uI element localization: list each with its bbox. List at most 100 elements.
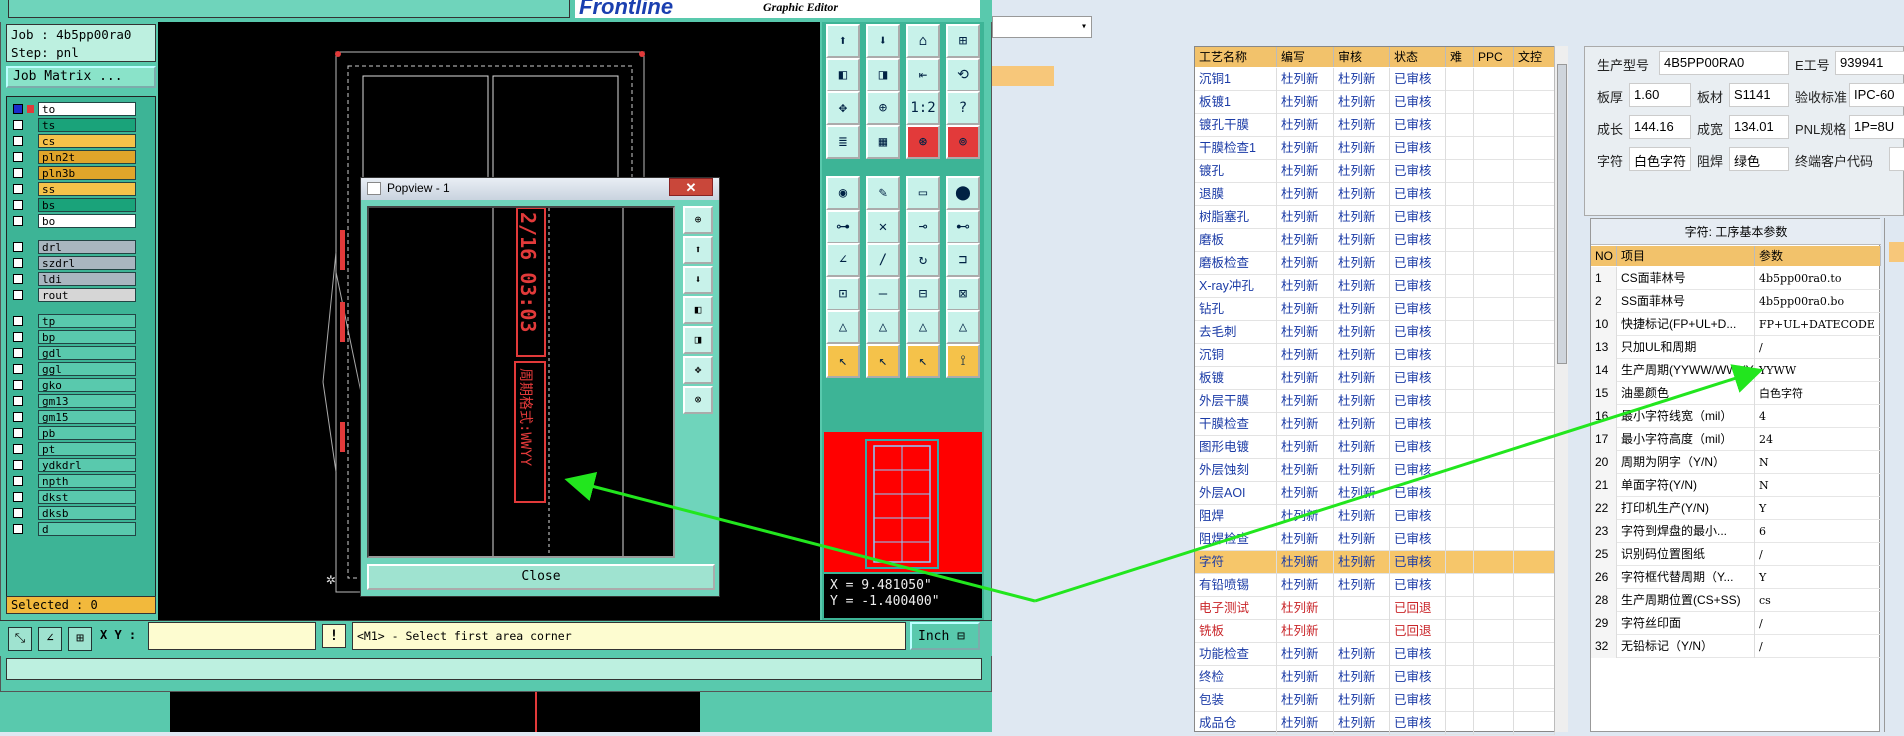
layer-checkbox[interactable]	[13, 348, 23, 358]
layer-row[interactable]: pln3b	[10, 166, 136, 180]
table-row[interactable]: 沉铜1 杜列新 杜列新 已审核	[1195, 68, 1555, 91]
char-value[interactable]: 白色字符	[1629, 147, 1691, 171]
scrollbar-thumb[interactable]	[1557, 64, 1567, 364]
home-icon[interactable]: ⌂	[906, 24, 940, 58]
table-row[interactable]: 去毛刺 杜列新 杜列新 已审核	[1195, 321, 1555, 344]
merge-icon[interactable]: ⊠	[946, 276, 980, 311]
table-row[interactable]: 29 字符丝印面 /	[1591, 612, 1881, 635]
layer-row[interactable]: szdrl	[10, 256, 136, 270]
grid-snap-icon[interactable]: ⊞	[68, 627, 92, 651]
layer-row[interactable]: tp	[10, 314, 136, 328]
edit-icon[interactable]: ✎	[866, 176, 900, 210]
slash-icon[interactable]: /	[866, 243, 900, 277]
middle-dropdown[interactable]: ▾	[992, 16, 1092, 38]
layer-checkbox[interactable]	[13, 524, 23, 534]
layer-checkbox[interactable]	[13, 184, 23, 194]
zoom-area-icon[interactable]: ⤡	[8, 627, 32, 651]
layer-checkbox[interactable]	[13, 104, 23, 114]
triangle-icon[interactable]: △	[826, 310, 860, 344]
bracket-icon[interactable]: ⊐	[946, 243, 980, 277]
rotate-icon[interactable]: ↻	[906, 243, 940, 277]
popview-canvas[interactable]: 2/16 03:03 周期格式:WWYY	[367, 206, 675, 558]
layer-row[interactable]: ydkdrl	[10, 458, 136, 472]
table-row[interactable]: 阻焊 杜列新 杜列新 已审核	[1195, 505, 1555, 528]
table-row[interactable]: 1 CS面菲林号 4b5pp00ra0.to	[1591, 267, 1881, 290]
pnl-value[interactable]: 1P=8U	[1849, 115, 1904, 139]
link-icon[interactable]: ⊷	[946, 209, 980, 244]
material-value[interactable]: S1141	[1729, 83, 1789, 107]
layer-name[interactable]: ldi	[38, 272, 136, 286]
layer-name[interactable]: ggl	[38, 362, 136, 376]
eno-value[interactable]: 939941	[1835, 51, 1904, 75]
layer-checkbox[interactable]	[13, 290, 23, 300]
snap-icon[interactable]: ⊛	[906, 124, 940, 159]
layer-checkbox[interactable]	[13, 412, 23, 422]
layer-name[interactable]: npth	[38, 474, 136, 488]
layer-row[interactable]: rout	[10, 288, 136, 302]
scale-icon[interactable]: 1:2	[906, 91, 940, 125]
table-row[interactable]: 功能检查 杜列新 杜列新 已审核	[1195, 643, 1555, 666]
layer-name[interactable]: ydkdrl	[38, 458, 136, 472]
layer-row[interactable]: pln2t	[10, 150, 136, 164]
table-row[interactable]: 电子测试 杜列新 已回退	[1195, 597, 1555, 620]
layer-checkbox[interactable]	[13, 444, 23, 454]
measure-icon[interactable]: ⊟	[906, 276, 940, 311]
layer-checkbox[interactable]	[13, 316, 23, 326]
xy-input[interactable]	[148, 622, 316, 650]
process-header-cell[interactable]: 难	[1446, 47, 1474, 67]
standard-value[interactable]: IPC-60	[1849, 83, 1904, 107]
layer-row[interactable]: d	[10, 522, 136, 536]
help-icon[interactable]: ?	[946, 91, 980, 125]
layer-row[interactable]: ldi	[10, 272, 136, 286]
layer-name[interactable]: gko	[38, 378, 136, 392]
layer-row[interactable]: gm13	[10, 394, 136, 408]
triangle4-icon[interactable]: △	[946, 310, 980, 344]
mini-map[interactable]	[824, 432, 982, 572]
units-select[interactable]: Inch ⊟	[910, 622, 980, 650]
layer-name[interactable]: d	[38, 522, 136, 536]
pad-icon[interactable]: ◉	[826, 176, 860, 210]
layer-checkbox[interactable]	[13, 152, 23, 162]
table-row[interactable]: 板镀1 杜列新 杜列新 已审核	[1195, 91, 1555, 114]
box-icon[interactable]: ⊡	[826, 276, 860, 311]
line-icon[interactable]: ▭	[906, 176, 940, 210]
cross-icon[interactable]: ✕	[866, 209, 900, 244]
grid-view-icon[interactable]: ▦	[866, 124, 900, 159]
table-row[interactable]: 23 字符到焊盘的最小... 6	[1591, 520, 1881, 543]
layer-row[interactable]: pt	[10, 442, 136, 456]
table-row[interactable]: 14 生产周期(YYWW/WWYY) YYWW	[1591, 359, 1881, 382]
layer-checkbox[interactable]	[13, 428, 23, 438]
grid-icon[interactable]: ⊞	[946, 24, 980, 58]
select3-icon[interactable]: ↖	[906, 343, 940, 378]
table-row[interactable]: 磨板检查 杜列新 杜列新 已审核	[1195, 252, 1555, 275]
table-row[interactable]: 32 无铅标记（Y/N） /	[1591, 635, 1881, 658]
layer-name[interactable]: ss	[38, 182, 136, 196]
layer-checkbox[interactable]	[13, 242, 23, 252]
layer-name[interactable]: szdrl	[38, 256, 136, 270]
table-row[interactable]: 外层AOI 杜列新 杜列新 已审核	[1195, 482, 1555, 505]
table-row[interactable]: 26 字符框代替周期（Y... Y	[1591, 566, 1881, 589]
table-row[interactable]: 磨板 杜列新 杜列新 已审核	[1195, 229, 1555, 252]
snap2-icon[interactable]: ⊚	[946, 124, 980, 159]
table-row[interactable]: 字符 杜列新 杜列新 已审核	[1195, 551, 1555, 574]
layer-checkbox[interactable]	[13, 508, 23, 518]
table-row[interactable]: 15 油墨颜色 白色字符	[1591, 382, 1881, 405]
angle-icon[interactable]: ∠	[826, 243, 860, 277]
table-row[interactable]: 干膜检查1 杜列新 杜列新 已审核	[1195, 137, 1555, 160]
layer-name[interactable]: bs	[38, 198, 136, 212]
angle-snap-icon[interactable]: ∠	[38, 627, 62, 651]
process-header-cell[interactable]: PPC	[1474, 47, 1514, 67]
download-icon[interactable]: ⬇	[866, 24, 900, 58]
table-row[interactable]: 有铅喷锡 杜列新 杜列新 已审核	[1195, 574, 1555, 597]
popview-zoom-out-button[interactable]: ⊗	[683, 386, 713, 414]
middle-selection[interactable]	[992, 66, 1054, 86]
popview-left-button[interactable]: ◧	[683, 296, 713, 324]
table-row[interactable]: 21 单面字符(Y/N) N	[1591, 474, 1881, 497]
layer-name[interactable]: pln3b	[38, 166, 136, 180]
process-table-scrollbar[interactable]	[1554, 46, 1568, 732]
layer-row[interactable]: bs	[10, 198, 136, 212]
layer-name[interactable]: gm13	[38, 394, 136, 408]
table-row[interactable]: 钻孔 杜列新 杜列新 已审核	[1195, 298, 1555, 321]
layer-checkbox[interactable]	[13, 274, 23, 284]
layer-row[interactable]: gko	[10, 378, 136, 392]
